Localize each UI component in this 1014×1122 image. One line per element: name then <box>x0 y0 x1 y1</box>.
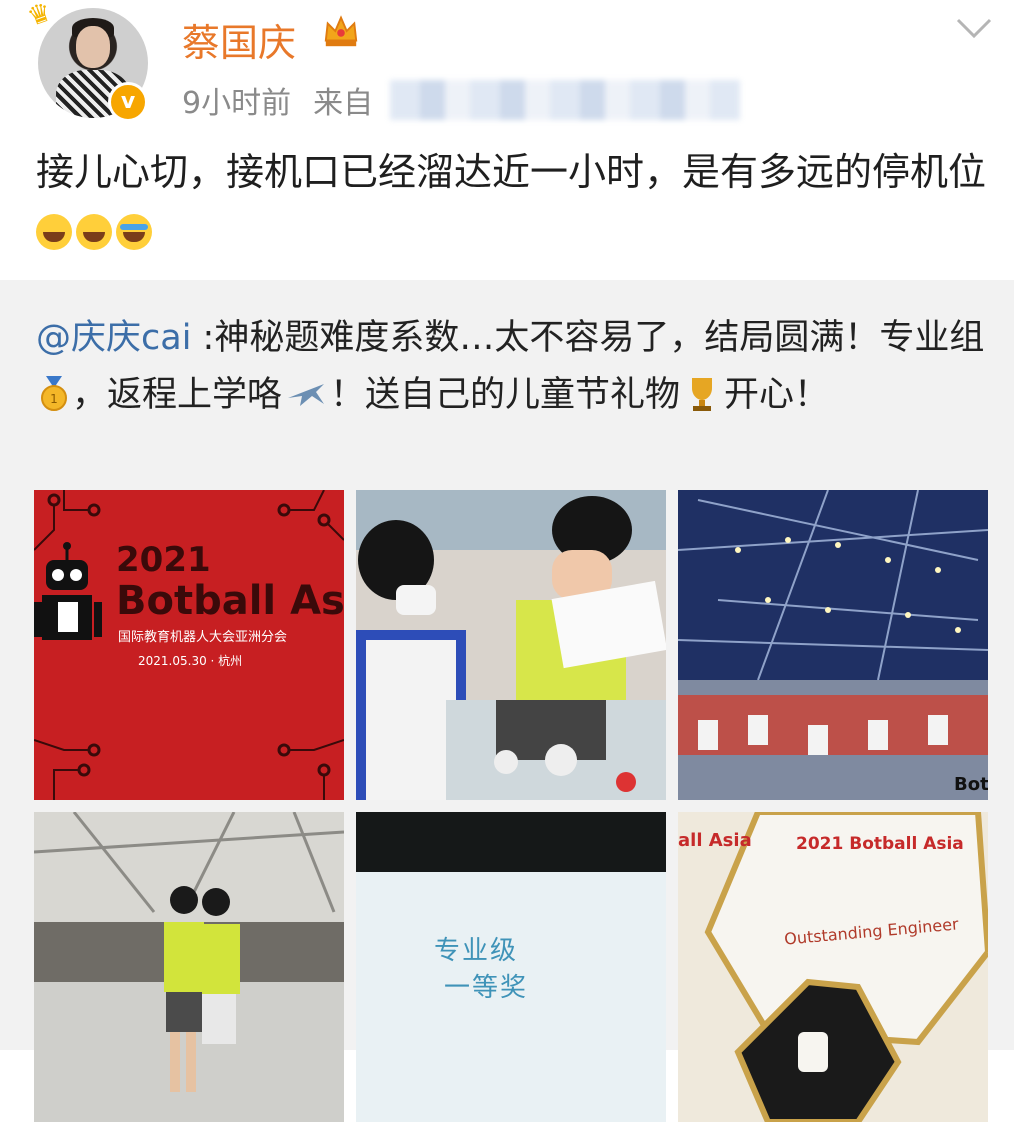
trophy-illustration <box>678 812 988 1122</box>
username[interactable]: 蔡国庆 <box>182 12 296 67</box>
gold-medal-icon: 1 <box>41 376 67 411</box>
airport-illustration <box>34 812 344 1122</box>
crying-emoji-icon <box>116 214 152 250</box>
award-level: 专业级 <box>434 936 519 966</box>
trophy-side-text: all Asia <box>678 830 752 851</box>
trophy-title: 2021 Botball Asia <box>796 834 964 854</box>
repost-text-2: ，返程上学咯 <box>72 375 283 415</box>
post-text: 接儿心切，接机口已经溜达近一小时，是有多远的停机位 <box>36 142 986 262</box>
mention-link[interactable]: @庆庆cai <box>36 318 191 358</box>
poster-date: 2021.05.30 · 杭州 <box>138 654 243 668</box>
hall-watermark: Bot <box>954 774 988 795</box>
post-time: 9小时前 <box>182 86 292 121</box>
repost-text-3: ！送自己的儿童节礼物 <box>330 375 681 415</box>
award-name: 一等奖 <box>444 973 529 1003</box>
image-botball-poster[interactable]: 2021 Botball Asi 国际教育机器人大会亚洲分会 2021.05.3… <box>34 490 344 800</box>
verified-badge-icon: v <box>108 82 148 122</box>
image-trophy[interactable]: all Asia 2021 Botball Asia Outstanding E… <box>678 812 988 1122</box>
repost-text-1: :神秘题难度系数…太不容易了，结局圆满！专业组 <box>191 318 985 358</box>
image-award-screen[interactable]: 专业级 一等奖 <box>356 812 666 1122</box>
repost-text: @庆庆cai :神秘题难度系数…太不容易了，结局圆满！专业组 1 ，返程上学咯 ！送自… <box>36 310 986 424</box>
poster-title: Botball Asi <box>116 578 344 624</box>
svg-text:1: 1 <box>50 392 58 406</box>
trophy-icon <box>692 378 713 411</box>
image-competition-hall[interactable]: Bot <box>678 490 988 800</box>
chevron-down-icon[interactable] <box>954 14 994 44</box>
laugh-cry-emoji-icon <box>36 214 72 250</box>
repost-text-4: 开心！ <box>724 375 830 415</box>
robot-logo-icon <box>34 542 102 640</box>
sad-emoji-icon <box>76 214 112 250</box>
kids-robot-illustration <box>356 490 666 800</box>
poster-subtitle: 国际教育机器人大会亚洲分会 <box>118 630 288 645</box>
image-kids-robot[interactable] <box>356 490 666 800</box>
circuit-decoration <box>34 490 344 800</box>
vip-crown-icon <box>324 15 358 47</box>
hall-illustration <box>678 490 988 800</box>
poster-year: 2021 <box>116 540 211 580</box>
post-source-prefix: 来自 <box>313 86 374 121</box>
post-text-body: 接儿心切，接机口已经溜达近一小时，是有多远的停机位 <box>36 150 987 194</box>
post-meta: 9小时前 来自 <box>182 78 395 122</box>
airplane-icon <box>288 384 325 406</box>
blurred-source <box>390 80 740 120</box>
image-airport-boys[interactable] <box>34 812 344 1122</box>
reposted-content[interactable]: @庆庆cai :神秘题难度系数…太不容易了，结局圆满！专业组 1 ，返程上学咯 ！送自… <box>0 280 1014 1122</box>
avatar-face <box>76 26 110 68</box>
post-header: ♛ v 蔡国庆 9小时前 来自 接儿心切，接机口已经溜达近一小时，是有多远的停机位 <box>0 0 1014 280</box>
